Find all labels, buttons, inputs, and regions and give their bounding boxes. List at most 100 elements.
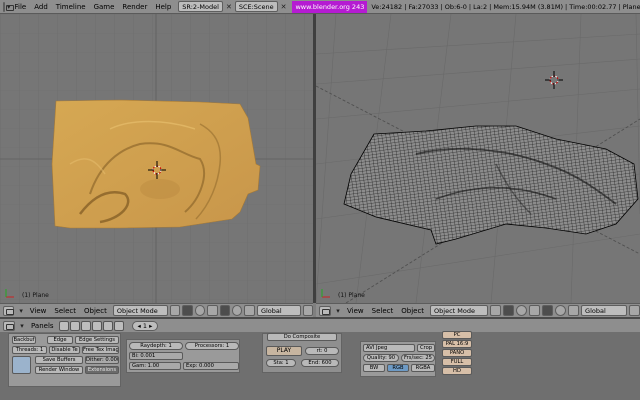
menu-object[interactable]: Object [80,307,111,315]
preset-hd[interactable]: HD [442,367,472,375]
play-button[interactable]: PLAY [266,346,302,356]
start-frame-field[interactable]: Sta: 1 [266,359,296,367]
manipulator-scale-icon[interactable] [244,305,255,316]
free-tex-image-button[interactable]: Free Tex Image [82,346,119,354]
shading-context-icon[interactable] [80,320,91,331]
close-screen-icon[interactable]: ✕ [226,3,232,11]
collapse-menu-icon[interactable]: ▾ [17,322,27,330]
orientation-select[interactable]: Global [256,305,301,316]
gamma-field[interactable]: Gam: 1.00 [129,362,181,370]
pivot-icon[interactable] [182,305,193,316]
viewport-wireframe[interactable]: (1) Plane [316,14,640,303]
end-frame-field[interactable]: End: 600 [301,359,339,367]
orientation-value: Global [585,306,606,315]
scene-stats: Ve:24182 | Fa:27033 | Ob:6-0 | La:2 | Me… [371,2,640,11]
orientation-value: Global [260,306,282,315]
processors-field[interactable]: Processors: 1 [185,342,239,350]
edge-button[interactable]: Edge [47,336,73,344]
crop-button[interactable]: Crop [417,344,435,352]
draw-type-icon[interactable] [490,305,502,316]
bias-field[interactable]: Bi: 0.001 [129,352,183,360]
menu-select[interactable]: Select [368,307,398,315]
terrain-plane-solid[interactable] [0,14,313,303]
mode-value: Object Mode [434,306,475,315]
3d-cursor-icon [148,161,166,179]
axis-gizmo-icon-right [321,289,330,298]
bw-button[interactable]: BW [363,364,385,372]
mode-select[interactable]: Object Mode [430,305,489,316]
disable-tex-button[interactable]: Disable Te [49,346,80,354]
menu-view[interactable]: View [343,307,368,315]
close-scene-icon[interactable]: ✕ [281,3,287,11]
preset-pc[interactable]: PC [442,331,472,339]
manipulator-rotate-icon[interactable] [232,305,243,316]
current-frame-field[interactable]: ◂ 1 ▸ [131,320,159,331]
mode-value: Object Mode [116,306,158,315]
codec-select[interactable]: AVI Jpeg [363,344,415,352]
menu-game[interactable]: Game [90,3,119,11]
manipulator-rotate-icon[interactable] [555,305,567,316]
exposure-field[interactable]: Exp: 0.000 [183,362,239,370]
current-frame-value: 1 [142,321,148,330]
mode-select[interactable]: Object Mode [112,305,168,316]
menu-object[interactable]: Object [397,307,428,315]
screen-selector[interactable]: SR:2-Model [178,1,223,12]
save-buffers-button[interactable]: Save Buffers [35,356,83,364]
window-type-icon[interactable] [3,1,14,12]
object-context-icon[interactable] [91,320,102,331]
screen-name: SR:2-Model [182,2,219,11]
menu-view[interactable]: View [26,307,51,315]
layer-icon[interactable] [629,305,640,316]
collapse-menu-icon[interactable]: ▾ [333,307,343,315]
manipulator-translate-icon[interactable] [219,305,231,316]
orientation-select[interactable]: Global [581,305,628,316]
editing-context-icon[interactable] [102,320,113,331]
preset-pal-16-9[interactable]: PAL 16:9 [442,340,472,348]
menu-help[interactable]: Help [151,3,175,11]
menu-render[interactable]: Render [118,3,151,11]
extensions-button[interactable]: Extensions [85,366,119,374]
viewport-solid[interactable]: (1) Plane [0,14,313,303]
scene-selector[interactable]: SCE:Scene [234,1,278,12]
script-context-icon[interactable] [69,320,80,331]
render-display-grid-icon[interactable] [12,356,31,374]
backbuf-button[interactable]: Backbuf [12,336,36,344]
manipulator-hand-icon[interactable] [207,305,218,316]
rgb-button[interactable]: RGB [387,364,409,372]
collapse-menu-icon[interactable]: ▾ [16,307,25,315]
snap-icon[interactable] [194,305,206,316]
preset-full[interactable]: FULL [442,358,472,366]
rt-field[interactable]: rt: 0 [305,347,339,355]
blender-url[interactable]: www.blender.org 243 [292,0,368,13]
render-window-select[interactable]: Render Window [35,366,83,374]
edge-settings-button[interactable]: Edge Settings [75,336,119,344]
snap-icon[interactable] [516,305,528,316]
scene-context-icon[interactable] [113,320,124,331]
menu-timeline[interactable]: Timeline [52,3,90,11]
preset-pano[interactable]: PANO [442,349,472,357]
manipulator-scale-icon[interactable] [568,305,580,316]
manipulator-translate-icon[interactable] [542,305,554,316]
logic-context-icon[interactable] [58,320,69,331]
quality-field[interactable]: Quality: 90 [363,354,399,362]
menu-select[interactable]: Select [50,307,80,315]
menu-add[interactable]: Add [30,3,52,11]
raydepth-field[interactable]: Raydepth: 1 [129,342,183,350]
draw-type-icon[interactable] [169,305,181,316]
buttons-header: ▾ Panels ◂ 1 ▸ [0,319,640,332]
layer-icon[interactable] [302,305,313,316]
do-composite-button[interactable]: Do Composite [267,333,337,341]
dither-field[interactable]: Dither: 0.000 [85,356,119,364]
pivot-icon[interactable] [503,305,515,316]
fps-field[interactable]: Frs/sec: 25 [401,354,435,362]
rgba-button[interactable]: RGBA [411,364,435,372]
panels-label[interactable]: Panels [27,322,58,330]
manipulator-hand-icon[interactable] [529,305,541,316]
3d-view-type-icon[interactable] [3,305,15,316]
buttons-window-type-icon[interactable] [3,320,15,331]
terrain-plane-wireframe[interactable] [316,14,640,303]
viewport-object-label: (1) Plane [22,292,49,299]
viewport-object-label-right: (1) Plane [338,292,365,299]
3d-view-type-icon[interactable] [319,305,331,316]
threads-field[interactable]: Threads: 1 [12,346,47,354]
